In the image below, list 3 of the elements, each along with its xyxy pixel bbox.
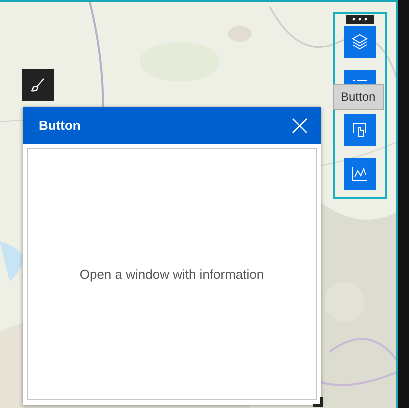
tooltip: Button	[333, 84, 384, 110]
window-title: Button	[39, 118, 81, 133]
window-message: Open a window with information	[80, 266, 264, 282]
